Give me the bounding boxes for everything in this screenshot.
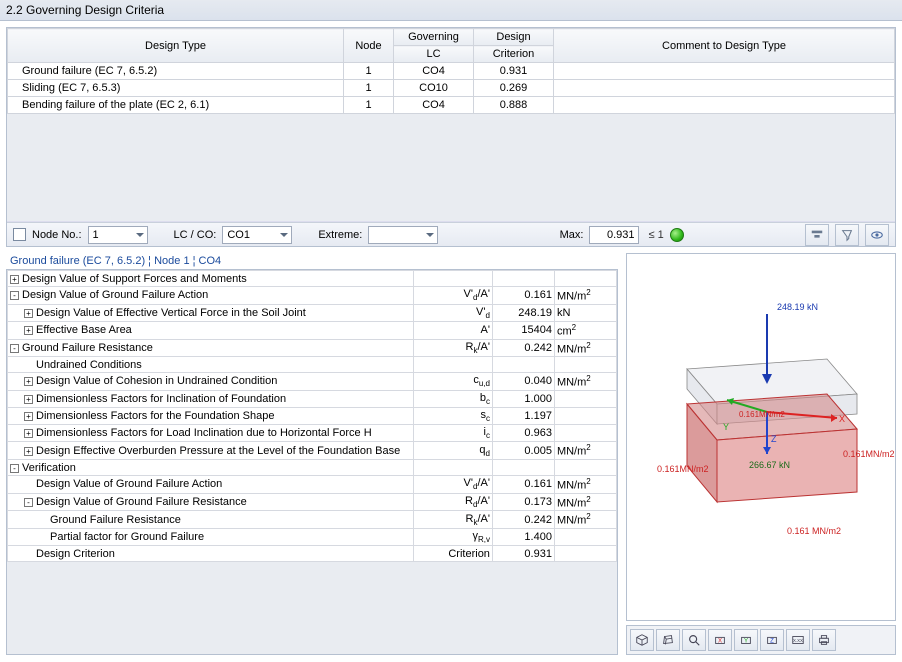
- label-bottom-stress: 0.161 MN/m2: [787, 526, 841, 536]
- node-combo[interactable]: 1: [88, 226, 148, 244]
- detail-row[interactable]: +Design Value of Effective Vertical Forc…: [8, 304, 617, 321]
- cube-persp-icon[interactable]: [656, 629, 680, 651]
- detail-row[interactable]: +Design Effective Overburden Pressure at…: [8, 442, 617, 460]
- lc-combo[interactable]: CO1: [222, 226, 292, 244]
- detail-row[interactable]: +Dimensionless Factors for Inclination o…: [8, 390, 617, 407]
- filter-bar: Node No.: 1 LC / CO: CO1 Extreme: Max: 0…: [7, 222, 895, 246]
- max-label: Max:: [560, 229, 584, 241]
- max-condition: ≤ 1: [648, 229, 663, 241]
- detail-row[interactable]: +Dimensionless Factors for the Foundatio…: [8, 408, 617, 425]
- viewer-3d[interactable]: 248.19 kN 0.161MN/m2 0.161MN/m2 0.161 MN…: [626, 253, 896, 621]
- view-x-icon[interactable]: X: [708, 629, 732, 651]
- detail-row[interactable]: Undrained Conditions: [8, 357, 617, 373]
- expander-icon[interactable]: -: [10, 464, 19, 473]
- lc-label: LC / CO:: [174, 229, 217, 241]
- col-design-crit-top[interactable]: Design: [474, 29, 554, 46]
- table-row[interactable]: Ground failure (EC 7, 6.5.2)1CO40.931: [8, 63, 895, 80]
- detail-row[interactable]: Ground Failure ResistanceRk/A'0.242MN/m2: [8, 511, 617, 529]
- detail-header: Ground failure (EC 7, 6.5.2) ¦ Node 1 ¦ …: [6, 253, 618, 269]
- node-checkbox[interactable]: [13, 228, 26, 241]
- extreme-combo[interactable]: [368, 226, 438, 244]
- col-design-crit[interactable]: Criterion: [474, 46, 554, 63]
- detail-row[interactable]: -Design Value of Ground Failure ActionV'…: [8, 287, 617, 305]
- numeric-icon[interactable]: X.XX: [786, 629, 810, 651]
- axis-y-label: Y: [723, 422, 729, 432]
- detail-row[interactable]: Partial factor for Ground FailureγR,v1.4…: [8, 529, 617, 546]
- section-title: 2.2 Governing Design Criteria: [0, 0, 902, 21]
- magnifier-icon[interactable]: [682, 629, 706, 651]
- expander-icon[interactable]: +: [24, 395, 33, 404]
- col-comment[interactable]: Comment to Design Type: [554, 29, 895, 63]
- svg-text:X.XX: X.XX: [793, 638, 803, 643]
- viewer-toolbar: X Y Z X.XX: [626, 625, 896, 655]
- detail-row[interactable]: -Verification: [8, 460, 617, 476]
- expander-icon[interactable]: +: [24, 377, 33, 386]
- detail-row[interactable]: +Design Value of Support Forces and Mome…: [8, 271, 617, 287]
- max-value: 0.931: [589, 226, 639, 244]
- status-led-icon: [670, 228, 684, 242]
- label-top-force: 248.19 kN: [777, 302, 818, 312]
- col-gov-lc[interactable]: LC: [394, 46, 474, 63]
- expander-icon[interactable]: +: [24, 309, 33, 318]
- label-center-stress: 0.161MN/m2: [739, 410, 785, 419]
- filter-icon-1[interactable]: [805, 224, 829, 246]
- view-y-icon[interactable]: Y: [734, 629, 758, 651]
- expander-icon[interactable]: +: [24, 412, 33, 421]
- label-left-stress: 0.161MN/m2: [657, 464, 709, 474]
- extreme-label: Extreme:: [318, 229, 362, 241]
- expander-icon[interactable]: +: [24, 429, 33, 438]
- table-row[interactable]: Sliding (EC 7, 6.5.3)1CO100.269: [8, 80, 895, 97]
- governing-table[interactable]: Design Type Node Governing Design Commen…: [7, 28, 895, 114]
- svg-text:Z: Z: [770, 638, 774, 645]
- detail-row[interactable]: +Design Value of Cohesion in Undrained C…: [8, 373, 617, 391]
- expander-icon[interactable]: -: [10, 291, 19, 300]
- label-right-stress: 0.161MN/m2: [843, 449, 895, 459]
- detail-row[interactable]: -Design Value of Ground Failure Resistan…: [8, 493, 617, 511]
- svg-text:X: X: [718, 638, 722, 645]
- col-node[interactable]: Node: [344, 29, 394, 63]
- label-center-force: 266.67 kN: [749, 460, 790, 470]
- col-gov-lc-top[interactable]: Governing: [394, 29, 474, 46]
- expander-icon[interactable]: +: [24, 326, 33, 335]
- detail-panel: Ground failure (EC 7, 6.5.2) ¦ Node 1 ¦ …: [6, 253, 618, 655]
- detail-row[interactable]: Design CriterionCriterion0.931: [8, 546, 617, 562]
- expander-icon[interactable]: +: [10, 275, 19, 284]
- expander-icon[interactable]: -: [24, 498, 33, 507]
- eye-icon[interactable]: [865, 224, 889, 246]
- table-row[interactable]: Bending failure of the plate (EC 2, 6.1)…: [8, 97, 895, 114]
- detail-row[interactable]: -Ground Failure ResistanceRk/A'0.242MN/m…: [8, 339, 617, 357]
- expander-icon[interactable]: -: [10, 344, 19, 353]
- filter-icon-2[interactable]: [835, 224, 859, 246]
- col-design-type[interactable]: Design Type: [8, 29, 344, 63]
- detail-row[interactable]: +Dimensionless Factors for Load Inclinat…: [8, 425, 617, 442]
- svg-text:Y: Y: [744, 638, 748, 645]
- detail-row[interactable]: +Effective Base AreaA'15404cm2: [8, 321, 617, 339]
- cube-iso-icon[interactable]: [630, 629, 654, 651]
- detail-table[interactable]: +Design Value of Support Forces and Mome…: [7, 270, 617, 562]
- governing-table-panel: Design Type Node Governing Design Commen…: [6, 27, 896, 247]
- axis-z-label: Z: [771, 434, 777, 444]
- node-label: Node No.:: [32, 229, 82, 241]
- detail-row[interactable]: Design Value of Ground Failure ActionV'd…: [8, 476, 617, 494]
- expander-icon[interactable]: +: [24, 447, 33, 456]
- axis-x-label: X: [839, 414, 845, 424]
- view-z-icon[interactable]: Z: [760, 629, 784, 651]
- print-icon[interactable]: [812, 629, 836, 651]
